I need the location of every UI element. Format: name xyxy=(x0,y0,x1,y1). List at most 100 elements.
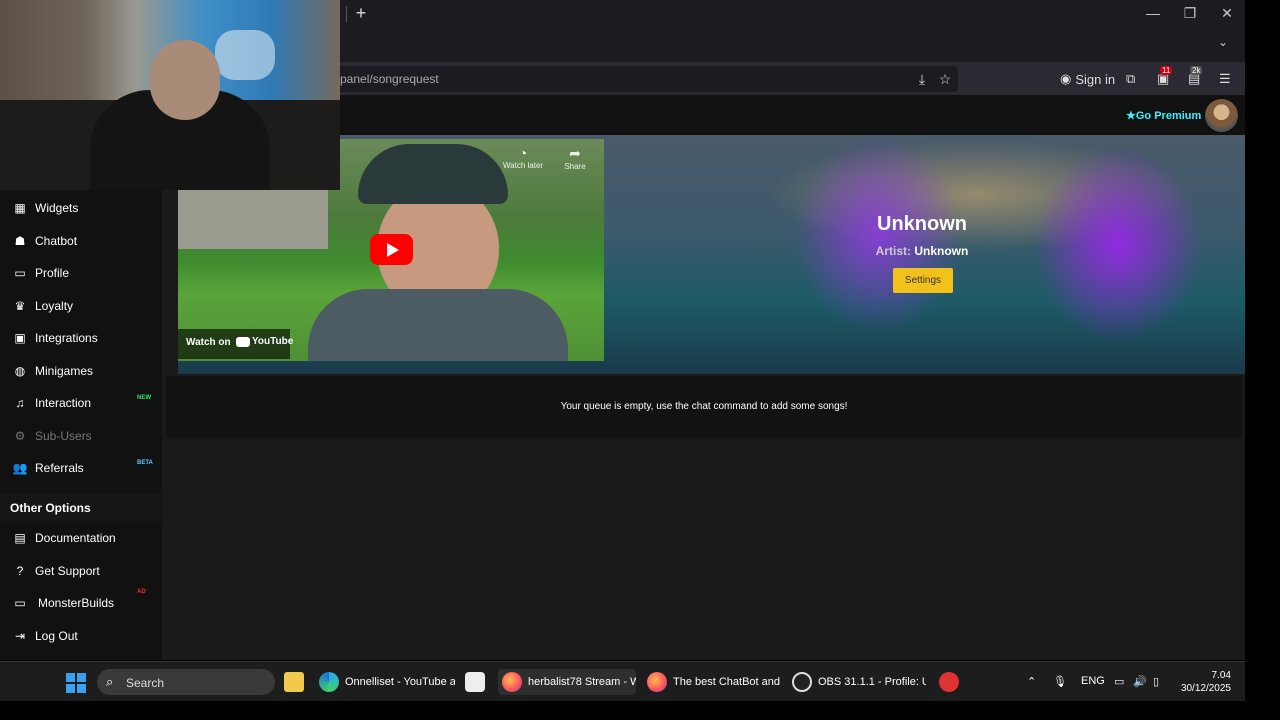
sidebar-item-chatbot[interactable]: ☗ Chatbot xyxy=(0,226,162,256)
taskbar-search[interactable]: ⌕ Search xyxy=(97,669,275,695)
language-indicator[interactable]: ENG xyxy=(1081,675,1105,687)
sidebar-item-label: Loyalty xyxy=(35,299,74,313)
id-card-icon: ▭ xyxy=(14,266,26,280)
clock[interactable]: 7.04 30/12/2025 xyxy=(1176,669,1231,695)
sidebar-item-sub-users[interactable]: ⚙ Sub-Users xyxy=(0,421,162,451)
go-premium-link[interactable]: ★Go Premium xyxy=(1126,109,1201,122)
sidebar-item-label: Sub-Users xyxy=(35,429,92,443)
bookmark-star-icon[interactable]: ☆ xyxy=(937,71,953,88)
sidebar-item-interaction[interactable]: ♫ Interaction NEW xyxy=(0,388,162,418)
battery-icon[interactable]: ▯ xyxy=(1153,675,1159,688)
tab-separator xyxy=(346,6,347,22)
sidebar-item-referrals[interactable]: 👥 Referrals BETA xyxy=(0,453,162,483)
logout-icon: ⇥ xyxy=(14,629,26,643)
taskbar-app-obs[interactable]: OBS 31.1.1 - Profile: Untit xyxy=(792,669,926,695)
search-icon: ⌕ xyxy=(106,674,114,689)
video-figure xyxy=(308,289,568,361)
ad-tag: AD xyxy=(137,589,146,595)
save-page-icon[interactable]: ⤓ xyxy=(914,71,930,88)
obs-icon xyxy=(792,672,812,692)
sidebar-item-label: Interaction xyxy=(35,396,92,410)
artist-value: Unknown xyxy=(914,244,969,258)
sidebar-item-label: Chatbot xyxy=(35,234,78,248)
taskbar-app-firefox-stream[interactable]: herbalist78 Stream - Wa xyxy=(498,669,636,695)
sidebar-item-label: Integrations xyxy=(35,331,98,345)
close-icon[interactable]: ✕ xyxy=(1217,5,1237,22)
sidebar-item-integrations[interactable]: ▣ Integrations xyxy=(0,323,162,353)
app-icon[interactable] xyxy=(939,669,961,695)
minimize-icon[interactable]: — xyxy=(1143,5,1163,21)
extension-button-2[interactable]: ▤ 2k xyxy=(1188,66,1203,88)
sidebar-item-monsterbuilds[interactable]: ▭ MonsterBuilds AD xyxy=(0,588,162,618)
sidebar-item-label: Get Support xyxy=(35,564,100,578)
webcam-person-head xyxy=(150,40,220,120)
chevron-up-icon[interactable]: ⌃ xyxy=(1027,675,1036,688)
extension-button-1[interactable]: ▣ 11 xyxy=(1157,66,1173,88)
song-title: Unknown xyxy=(877,213,967,235)
sidebar-item-get-support[interactable]: ? Get Support xyxy=(0,556,162,586)
file-explorer-icon[interactable] xyxy=(284,669,306,695)
webcam-tapestry xyxy=(215,30,275,80)
question-icon: ? xyxy=(16,564,24,578)
queue-empty-message: Your queue is empty, use the chat comman… xyxy=(560,401,848,412)
webcam-overlay xyxy=(0,0,340,190)
sidebar-item-label: Minigames xyxy=(35,364,94,378)
sidebar-section-other-options: Other Options xyxy=(0,493,162,521)
taskbar-app-label: The best ChatBot and W xyxy=(673,676,781,688)
firefox-icon xyxy=(647,672,667,692)
watch-later-label: Watch later xyxy=(502,161,544,170)
taskbar-app-edge[interactable]: Onnelliset - YouTube an xyxy=(319,669,455,695)
store-icon[interactable] xyxy=(465,669,487,695)
url-bar[interactable]: panel/songrequest ⤓ ☆ xyxy=(330,66,958,92)
list-tabs-icon[interactable]: ⌄ xyxy=(1218,35,1228,49)
artist-label: Artist: xyxy=(875,244,911,258)
watch-on-youtube-button[interactable]: Watch on YouTube xyxy=(178,329,293,359)
share-icon: ➦ xyxy=(569,145,581,161)
taskbar-app-label: Onnelliset - YouTube an xyxy=(345,676,455,688)
sidebar-item-log-out[interactable]: ⇥ Log Out xyxy=(0,621,162,651)
microphone-icon[interactable]: 🎙 xyxy=(1053,675,1067,688)
book-icon: ▤ xyxy=(14,531,26,545)
youtube-logo: YouTube xyxy=(236,336,293,347)
sidebar-item-minigames[interactable]: ◍ Minigames xyxy=(0,356,162,386)
taskbar-app-firefox-chatbot[interactable]: The best ChatBot and W xyxy=(647,669,781,695)
extensions-icon[interactable]: ⧉ xyxy=(1126,70,1135,88)
sidebar-item-label: Profile xyxy=(35,266,70,280)
avatar[interactable] xyxy=(1205,99,1238,132)
new-tag: NEW xyxy=(137,395,151,401)
video-hat xyxy=(358,144,508,204)
sidebar-item-widgets[interactable]: ▦ Widgets xyxy=(0,193,162,223)
sidebar-item-loyalty[interactable]: ♛ Loyalty xyxy=(0,291,162,321)
music-icon: ♫ xyxy=(15,396,25,410)
sidebar-item-profile[interactable]: ▭ Profile xyxy=(0,258,162,288)
settings-button[interactable]: Settings xyxy=(893,268,953,293)
play-button-icon[interactable] xyxy=(370,234,413,265)
volume-icon[interactable]: 🔊 xyxy=(1133,675,1147,688)
firefox-icon xyxy=(502,672,522,692)
youtube-wordmark: YouTube xyxy=(252,336,294,347)
share-button[interactable]: ➦ Share xyxy=(550,145,600,171)
watch-on-label: Watch on xyxy=(186,337,231,348)
sidebar-item-documentation[interactable]: ▤ Documentation xyxy=(0,523,162,553)
restore-icon[interactable]: ❐ xyxy=(1180,5,1200,22)
clock-time: 7.04 xyxy=(1211,670,1231,681)
sidebar-item-label: Widgets xyxy=(35,201,79,215)
sign-in-button[interactable]: ◉ Sign in xyxy=(1060,70,1115,88)
go-premium-label: Go Premium xyxy=(1135,110,1202,122)
taskbar-app-label: herbalist78 Stream - Wa xyxy=(528,676,636,688)
watch-later-button[interactable]: ◔ Watch later xyxy=(498,145,548,170)
network-icon[interactable]: ▭ xyxy=(1114,675,1124,688)
song-artist: Artist: Unknown xyxy=(822,244,1022,258)
menu-icon[interactable]: ☰ xyxy=(1219,70,1231,88)
laptop-icon: ▭ xyxy=(14,596,26,610)
new-tab-button[interactable]: + xyxy=(352,4,370,22)
youtube-logo-icon xyxy=(236,336,250,347)
windows-start-icon[interactable] xyxy=(66,673,86,693)
users-cog-icon: ⚙ xyxy=(14,429,26,443)
account-icon: ◉ xyxy=(1060,71,1072,86)
screen-edge xyxy=(1245,0,1280,720)
sidebar-item-label: Log Out xyxy=(35,629,78,643)
gamepad-icon: ◍ xyxy=(14,364,26,378)
sign-in-label: Sign in xyxy=(1075,71,1116,87)
queue-panel: Your queue is empty, use the chat comman… xyxy=(166,376,1242,438)
